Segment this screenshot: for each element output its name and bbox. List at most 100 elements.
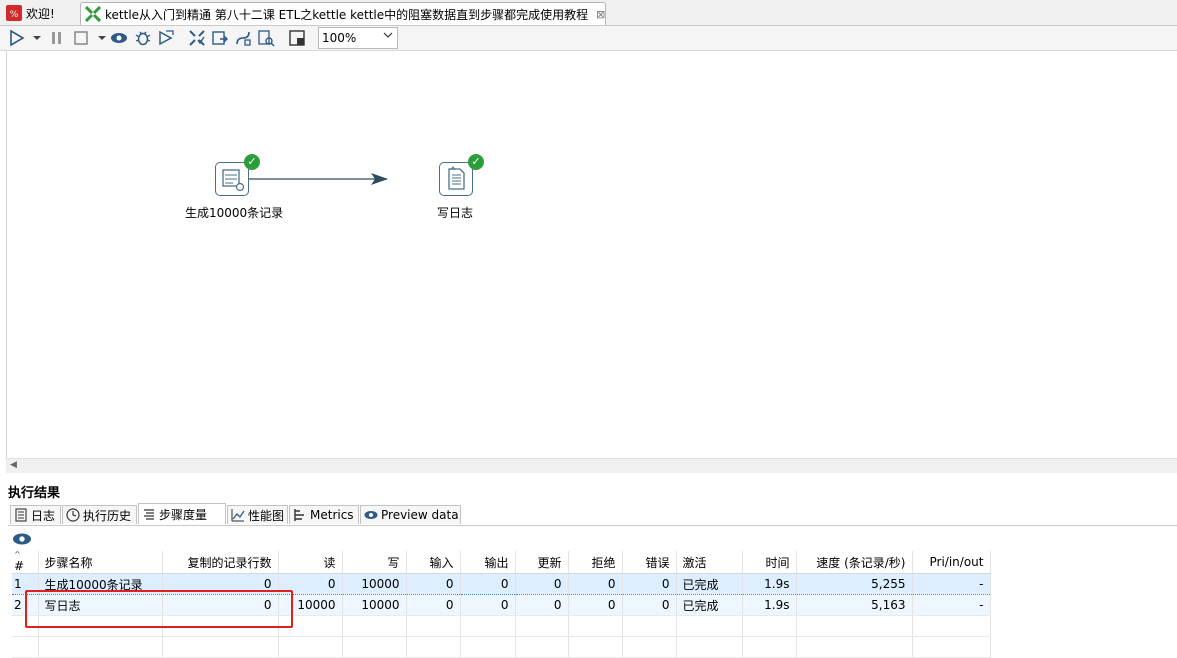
tab-metrics-label: Metrics bbox=[310, 508, 354, 522]
tab-transformation[interactable]: kettle从入门到精通 第八十二课 ETL之kettle kettle中的阻塞… bbox=[80, 2, 606, 25]
cell-status: 已完成 bbox=[676, 594, 743, 616]
cell-status: 已完成 bbox=[676, 573, 743, 595]
cell-time: 1.9s bbox=[742, 594, 797, 616]
cell-index: 2 bbox=[12, 594, 39, 616]
show-results-icon[interactable] bbox=[288, 29, 306, 47]
column-header-updated[interactable]: 更新 bbox=[515, 551, 569, 574]
cell-priority: - bbox=[912, 573, 991, 595]
impact-analysis-icon[interactable] bbox=[211, 29, 229, 47]
step-write-log[interactable] bbox=[439, 162, 473, 196]
sort-ascending-icon: ^ bbox=[14, 551, 21, 559]
cell-copies: 0 bbox=[162, 573, 279, 595]
cell-index: 1 bbox=[12, 573, 39, 595]
log-icon bbox=[14, 508, 28, 522]
table-row[interactable]: 1 生成10000条记录 0 0 10000 0 0 0 0 0 已完成 1.9… bbox=[12, 573, 991, 595]
step-metrics-icon bbox=[142, 507, 156, 521]
tab-transformation-label: kettle从入门到精通 第八十二课 ETL之kettle kettle中的阻塞… bbox=[105, 7, 589, 22]
execution-results-title: 执行结果 bbox=[8, 486, 61, 501]
verify-icon[interactable] bbox=[188, 29, 206, 47]
step-label: 写日志 bbox=[437, 206, 474, 220]
explore-database-icon[interactable] bbox=[257, 29, 275, 47]
tab-step-metrics-label: 步骤度量 bbox=[159, 507, 208, 522]
tab-preview-data[interactable]: Preview data bbox=[360, 505, 461, 524]
zoom-select[interactable]: 100% bbox=[318, 27, 398, 49]
column-header-input[interactable]: 输入 bbox=[406, 551, 461, 574]
tab-execution-history[interactable]: 执行历史 bbox=[62, 505, 137, 524]
cell-output: 0 bbox=[460, 573, 516, 595]
sql-icon[interactable] bbox=[234, 29, 252, 47]
cell-read: 0 bbox=[278, 573, 343, 595]
empty-table-row bbox=[12, 636, 991, 658]
cell-read: 10000 bbox=[278, 594, 343, 616]
column-header-read[interactable]: 读 bbox=[278, 551, 343, 574]
cell-rejected: 0 bbox=[568, 594, 623, 616]
cell-written: 10000 bbox=[342, 594, 407, 616]
table-row[interactable]: 2 写日志 0 10000 10000 0 0 0 0 0 已完成 1.9s 5… bbox=[12, 594, 991, 616]
cell-updated: 0 bbox=[515, 594, 569, 616]
show-hide-inactive-eye-icon[interactable] bbox=[12, 530, 32, 548]
cell-updated: 0 bbox=[515, 573, 569, 595]
transformation-toolbar: 100% bbox=[0, 26, 1177, 51]
cell-input: 0 bbox=[406, 573, 461, 595]
column-header-time[interactable]: 时间 bbox=[742, 551, 797, 574]
tab-execution-history-label: 执行历史 bbox=[83, 508, 132, 523]
column-header-output[interactable]: 输出 bbox=[460, 551, 516, 574]
cell-time: 1.9s bbox=[742, 573, 797, 595]
tab-log-label: 日志 bbox=[31, 508, 56, 523]
column-header-rejected[interactable]: 拒绝 bbox=[568, 551, 623, 574]
run-options-dropdown-icon[interactable] bbox=[28, 29, 41, 47]
scroll-left-icon[interactable]: ◀ bbox=[10, 460, 17, 470]
column-header-status[interactable]: 激活 bbox=[676, 551, 743, 574]
pentaho-logo-icon: % bbox=[6, 5, 22, 21]
chevron-down-icon bbox=[380, 31, 393, 42]
close-icon[interactable]: ⊠ bbox=[596, 8, 605, 21]
pause-icon[interactable] bbox=[48, 29, 66, 47]
cell-errors: 0 bbox=[622, 594, 677, 616]
run-icon[interactable] bbox=[8, 29, 26, 47]
empty-table-row bbox=[12, 615, 991, 637]
clock-icon bbox=[66, 508, 80, 522]
column-header-written[interactable]: 写 bbox=[342, 551, 407, 574]
stop-options-dropdown-icon[interactable] bbox=[93, 29, 106, 47]
tab-welcome-label: 欢迎! bbox=[26, 6, 55, 21]
tab-performance-graph[interactable]: 性能图 bbox=[227, 505, 288, 524]
step-metrics-table: ^ # 步骤名称 复制的记录行数 读 写 输入 输出 更新 拒绝 错误 激活 时… bbox=[12, 551, 1177, 658]
step-generate-rows[interactable] bbox=[215, 162, 249, 196]
tab-welcome[interactable]: % 欢迎! bbox=[2, 2, 78, 24]
tab-metrics[interactable]: Metrics bbox=[289, 505, 359, 524]
cell-output: 0 bbox=[460, 594, 516, 616]
step-success-check-icon: ✓ bbox=[468, 154, 484, 170]
cell-copies: 0 bbox=[162, 594, 279, 616]
column-header-priority[interactable]: Pri/in/out bbox=[912, 551, 991, 574]
stop-icon[interactable] bbox=[72, 29, 90, 47]
metrics-icon bbox=[293, 508, 307, 522]
tab-log[interactable]: 日志 bbox=[10, 505, 61, 524]
preview-eye-icon[interactable] bbox=[110, 29, 128, 47]
table-header-row: ^ # 步骤名称 复制的记录行数 读 写 输入 输出 更新 拒绝 错误 激活 时… bbox=[12, 551, 991, 574]
cell-rejected: 0 bbox=[568, 573, 623, 595]
column-header-errors[interactable]: 错误 bbox=[622, 551, 677, 574]
cell-written: 10000 bbox=[342, 573, 407, 595]
cell-errors: 0 bbox=[622, 573, 677, 595]
replay-icon[interactable] bbox=[157, 29, 175, 47]
svg-text:%: % bbox=[10, 10, 19, 20]
cell-priority: - bbox=[912, 594, 991, 616]
tab-preview-data-label: Preview data bbox=[381, 508, 459, 522]
tab-step-metrics[interactable]: 步骤度量 bbox=[138, 503, 226, 524]
generate-rows-icon bbox=[222, 169, 245, 192]
step-success-check-icon: ✓ bbox=[244, 154, 260, 170]
canvas-horizontal-scrollbar[interactable]: ◀ bbox=[6, 458, 1177, 473]
cell-step-name: 写日志 bbox=[38, 594, 163, 616]
column-header-step-name[interactable]: 步骤名称 bbox=[38, 551, 163, 574]
debug-icon[interactable] bbox=[134, 29, 152, 47]
column-header-index[interactable]: ^ # bbox=[12, 551, 39, 574]
tab-performance-graph-label: 性能图 bbox=[248, 508, 285, 523]
editor-tab-bar: % 欢迎! kettle从入门到精通 第八十二课 ETL之kettle kett… bbox=[0, 0, 1177, 26]
hop-layer bbox=[249, 173, 388, 185]
preview-eye-icon bbox=[364, 508, 378, 522]
column-header-speed[interactable]: 速度 (条记录/秒) bbox=[796, 551, 913, 574]
column-header-copies[interactable]: 复制的记录行数 bbox=[162, 551, 279, 574]
cell-step-name: 生成10000条记录 bbox=[38, 573, 163, 595]
transformation-icon bbox=[84, 5, 102, 23]
transformation-canvas[interactable]: ✓ 生成10000条记录 ✓ 写日志 bbox=[6, 51, 1177, 458]
